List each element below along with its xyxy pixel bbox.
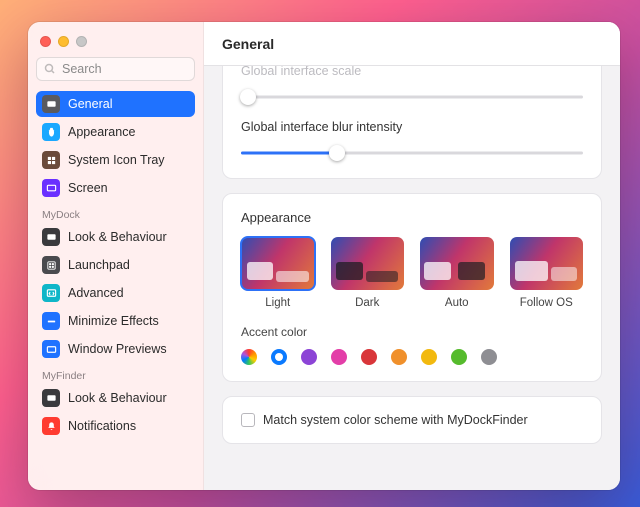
minimize-window-button[interactable] <box>58 36 69 47</box>
theme-option-follow[interactable]: Follow OS <box>510 237 584 309</box>
advanced-icon <box>42 284 60 302</box>
theme-option-dark[interactable]: Dark <box>331 237 405 309</box>
sidebar-item-label: Look & Behaviour <box>68 391 167 405</box>
section-myfinder: MyFinder <box>36 364 195 385</box>
appearance-card: Appearance Light Dark Auto Follow OS Accent… <box>222 193 602 382</box>
theme-preview <box>420 237 494 290</box>
theme-option-light[interactable]: Light <box>241 237 315 309</box>
sidebar-item-window-previews[interactable]: Window Previews <box>36 336 195 362</box>
sidebar-item-label: Window Previews <box>68 342 167 356</box>
sidebar-item-label: Notifications <box>68 419 136 433</box>
page-title: General <box>222 36 274 52</box>
page-header: General <box>204 22 620 66</box>
minimize-icon <box>42 312 60 330</box>
appearance-title: Appearance <box>241 210 583 225</box>
theme-preview <box>510 237 584 290</box>
search-input[interactable]: Search <box>36 57 195 81</box>
sidebar-item-label: System Icon Tray <box>68 153 165 167</box>
accent-green[interactable] <box>451 349 467 365</box>
sidebar-item-appearance[interactable]: Appearance <box>36 119 195 145</box>
search-icon <box>44 63 56 75</box>
theme-option-auto[interactable]: Auto <box>420 237 494 309</box>
previews-icon <box>42 340 60 358</box>
look-icon <box>42 228 60 246</box>
search-placeholder: Search <box>62 62 102 76</box>
sidebar-item-label: Launchpad <box>68 258 130 272</box>
window-controls <box>36 32 195 57</box>
match-card: Match system color scheme with MyDockFin… <box>222 396 602 444</box>
sidebar-item-minimize-effects[interactable]: Minimize Effects <box>36 308 195 334</box>
theme-preview <box>241 237 315 290</box>
sidebar-item-screen[interactable]: Screen <box>36 175 195 201</box>
scale-slider[interactable] <box>241 88 583 106</box>
sidebar-item-label: Advanced <box>68 286 124 300</box>
blur-slider[interactable] <box>241 144 583 162</box>
scale-thumb[interactable] <box>240 89 256 105</box>
tray-icon <box>42 151 60 169</box>
sidebar-item-label: Screen <box>68 181 108 195</box>
sidebar: Search General Appearance System Icon Tray… <box>28 22 204 490</box>
accent-yellow[interactable] <box>421 349 437 365</box>
theme-label: Light <box>265 297 290 309</box>
accent-orange[interactable] <box>391 349 407 365</box>
sidebar-item-system-icon-tray[interactable]: System Icon Tray <box>36 147 195 173</box>
sidebar-item-advanced[interactable]: Advanced <box>36 280 195 306</box>
screen-icon <box>42 179 60 197</box>
launchpad-icon <box>42 256 60 274</box>
accent-purple[interactable] <box>301 349 317 365</box>
accent-pink[interactable] <box>331 349 347 365</box>
theme-preview <box>331 237 405 290</box>
sidebar-item-look-behaviour[interactable]: Look & Behaviour <box>36 385 195 411</box>
theme-label: Dark <box>355 297 379 309</box>
accent-blue[interactable] <box>271 349 287 365</box>
sidebar-item-look-behaviour[interactable]: Look & Behaviour <box>36 224 195 250</box>
theme-options: Light Dark Auto Follow OS <box>241 237 583 309</box>
match-checkbox[interactable]: Match system color scheme with MyDockFin… <box>241 413 583 427</box>
scale-label: Global interface scale <box>241 66 583 78</box>
accent-options <box>241 349 583 365</box>
appearance-icon <box>42 123 60 141</box>
content-scroll[interactable]: Global interface scale Global interface … <box>204 66 620 490</box>
blur-label: Global interface blur intensity <box>241 120 583 134</box>
sidebar-item-label: General <box>68 97 112 111</box>
scale-card: Global interface scale Global interface … <box>222 66 602 179</box>
theme-label: Auto <box>445 297 469 309</box>
sidebar-item-notifications[interactable]: Notifications <box>36 413 195 439</box>
blur-thumb[interactable] <box>329 145 345 161</box>
sidebar-item-label: Appearance <box>68 125 135 139</box>
notifications-icon <box>42 417 60 435</box>
zoom-window-button[interactable] <box>76 36 87 47</box>
general-icon <box>42 95 60 113</box>
sidebar-item-general[interactable]: General <box>36 91 195 117</box>
main-panel: General Global interface scale Global in… <box>204 22 620 490</box>
accent-red[interactable] <box>361 349 377 365</box>
sidebar-item-label: Minimize Effects <box>68 314 159 328</box>
look-icon <box>42 389 60 407</box>
sidebar-item-label: Look & Behaviour <box>68 230 167 244</box>
match-label: Match system color scheme with MyDockFin… <box>263 413 528 427</box>
theme-label: Follow OS <box>520 297 573 309</box>
accent-graphite[interactable] <box>481 349 497 365</box>
checkbox-icon <box>241 413 255 427</box>
section-mydock: MyDock <box>36 203 195 224</box>
close-window-button[interactable] <box>40 36 51 47</box>
sidebar-nav: General Appearance System Icon Tray Screen M… <box>36 91 195 490</box>
accent-multicolor[interactable] <box>241 349 257 365</box>
accent-label: Accent color <box>241 325 583 339</box>
sidebar-item-launchpad[interactable]: Launchpad <box>36 252 195 278</box>
settings-window: Search General Appearance System Icon Tray… <box>28 22 620 490</box>
